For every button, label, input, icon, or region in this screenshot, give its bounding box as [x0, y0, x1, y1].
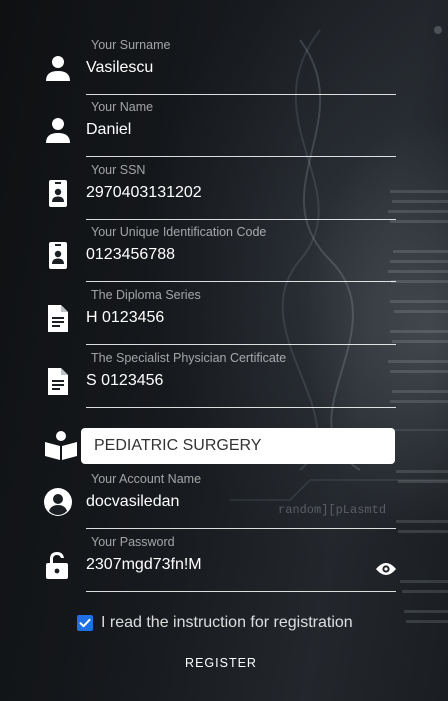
register-button[interactable]: REGISTER: [170, 650, 272, 676]
field-label: Your SSN: [91, 163, 146, 177]
field-label: Your Name: [91, 100, 154, 114]
field-value[interactable]: 2307mgd73fn!M: [86, 556, 202, 574]
account-name-field[interactable]: Your Account Name docvasiledan: [86, 472, 396, 529]
specialty-value: PEDIATRIC SURGERY: [94, 437, 262, 454]
lock-open-icon: [44, 551, 72, 579]
instruction-checkbox[interactable]: [77, 615, 93, 631]
instruction-checkbox-label[interactable]: I read the instruction for registration: [101, 614, 353, 632]
field-value[interactable]: S 0123456: [86, 372, 163, 390]
your-name-field[interactable]: Your Name Daniel: [86, 100, 396, 157]
field-value[interactable]: Vasilescu: [86, 59, 153, 77]
document-icon: [44, 367, 72, 395]
document-icon: [44, 304, 72, 332]
person-icon: [44, 116, 72, 144]
field-value[interactable]: 2970403131202: [86, 184, 202, 202]
badge-icon: [44, 179, 72, 207]
badge-icon: [44, 241, 72, 269]
your-unique-identification-code-field[interactable]: Your Unique Identification Code 01234567…: [86, 225, 396, 282]
field-label: Your Password: [91, 535, 175, 549]
your-ssn-field[interactable]: Your SSN 2970403131202: [86, 163, 396, 220]
person-icon: [44, 54, 72, 82]
field-value[interactable]: Daniel: [86, 121, 131, 139]
field-label: Your Surname: [91, 38, 171, 52]
your-surname-field[interactable]: Your Surname Vasilescu: [86, 38, 396, 95]
eye-icon[interactable]: [376, 561, 396, 577]
field-value[interactable]: docvasiledan: [86, 493, 179, 511]
field-label: The Specialist Physician Certificate: [91, 351, 287, 365]
the-specialist-physician-certificate-field[interactable]: The Specialist Physician Certificate S 0…: [86, 351, 396, 408]
account-circle-icon: [44, 488, 72, 516]
field-label: The Diploma Series: [91, 288, 201, 302]
field-value[interactable]: 0123456788: [86, 246, 175, 264]
field-value[interactable]: H 0123456: [86, 309, 164, 327]
field-label: Your Unique Identification Code: [91, 225, 267, 239]
field-label: Your Account Name: [91, 472, 202, 486]
the-diploma-series-field[interactable]: The Diploma Series H 0123456: [86, 288, 396, 345]
specialty-select[interactable]: PEDIATRIC SURGERY: [81, 428, 395, 464]
book-reader-icon: [44, 430, 77, 460]
password-field[interactable]: Your Password 2307mgd73fn!M: [86, 535, 396, 592]
